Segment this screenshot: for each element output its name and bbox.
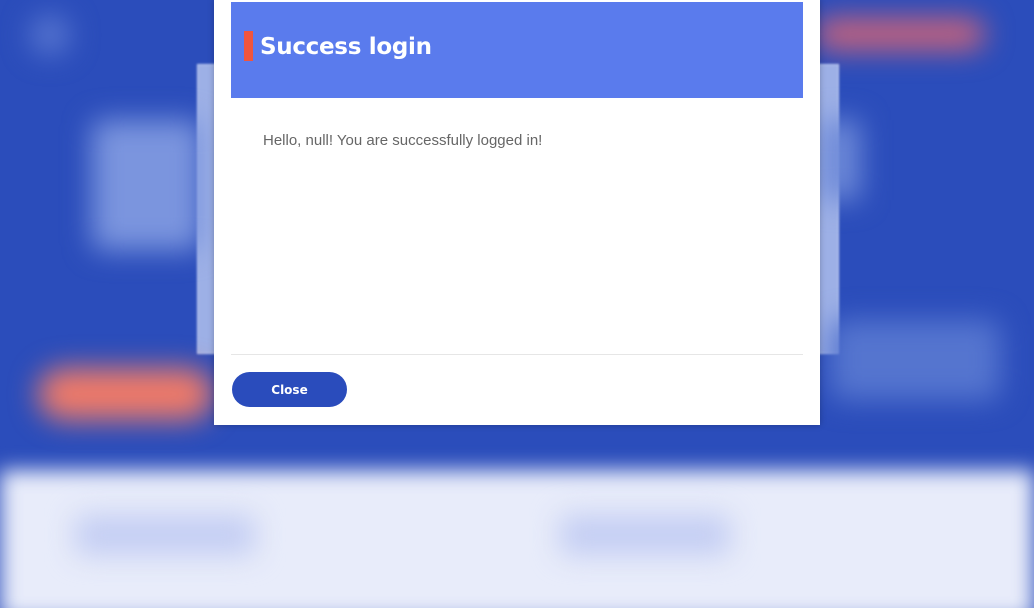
dialog-divider — [231, 354, 803, 355]
background-cta-button — [38, 368, 213, 420]
background-footer-item — [75, 515, 255, 555]
background-right-block — [830, 320, 1000, 400]
dialog-header: Success login — [231, 2, 803, 98]
background-side-card — [92, 120, 202, 250]
header-accent-bar — [244, 31, 253, 61]
close-button[interactable]: Close — [232, 372, 347, 407]
background-right-card — [820, 120, 860, 200]
background-footer-item — [560, 515, 730, 555]
background-logo — [30, 15, 70, 55]
dialog-message: Hello, null! You are successfully logged… — [263, 132, 543, 149]
dialog-title: Success login — [260, 34, 432, 60]
background-header-button — [815, 18, 985, 50]
success-login-dialog: Success login Hello, null! You are succe… — [214, 0, 820, 425]
